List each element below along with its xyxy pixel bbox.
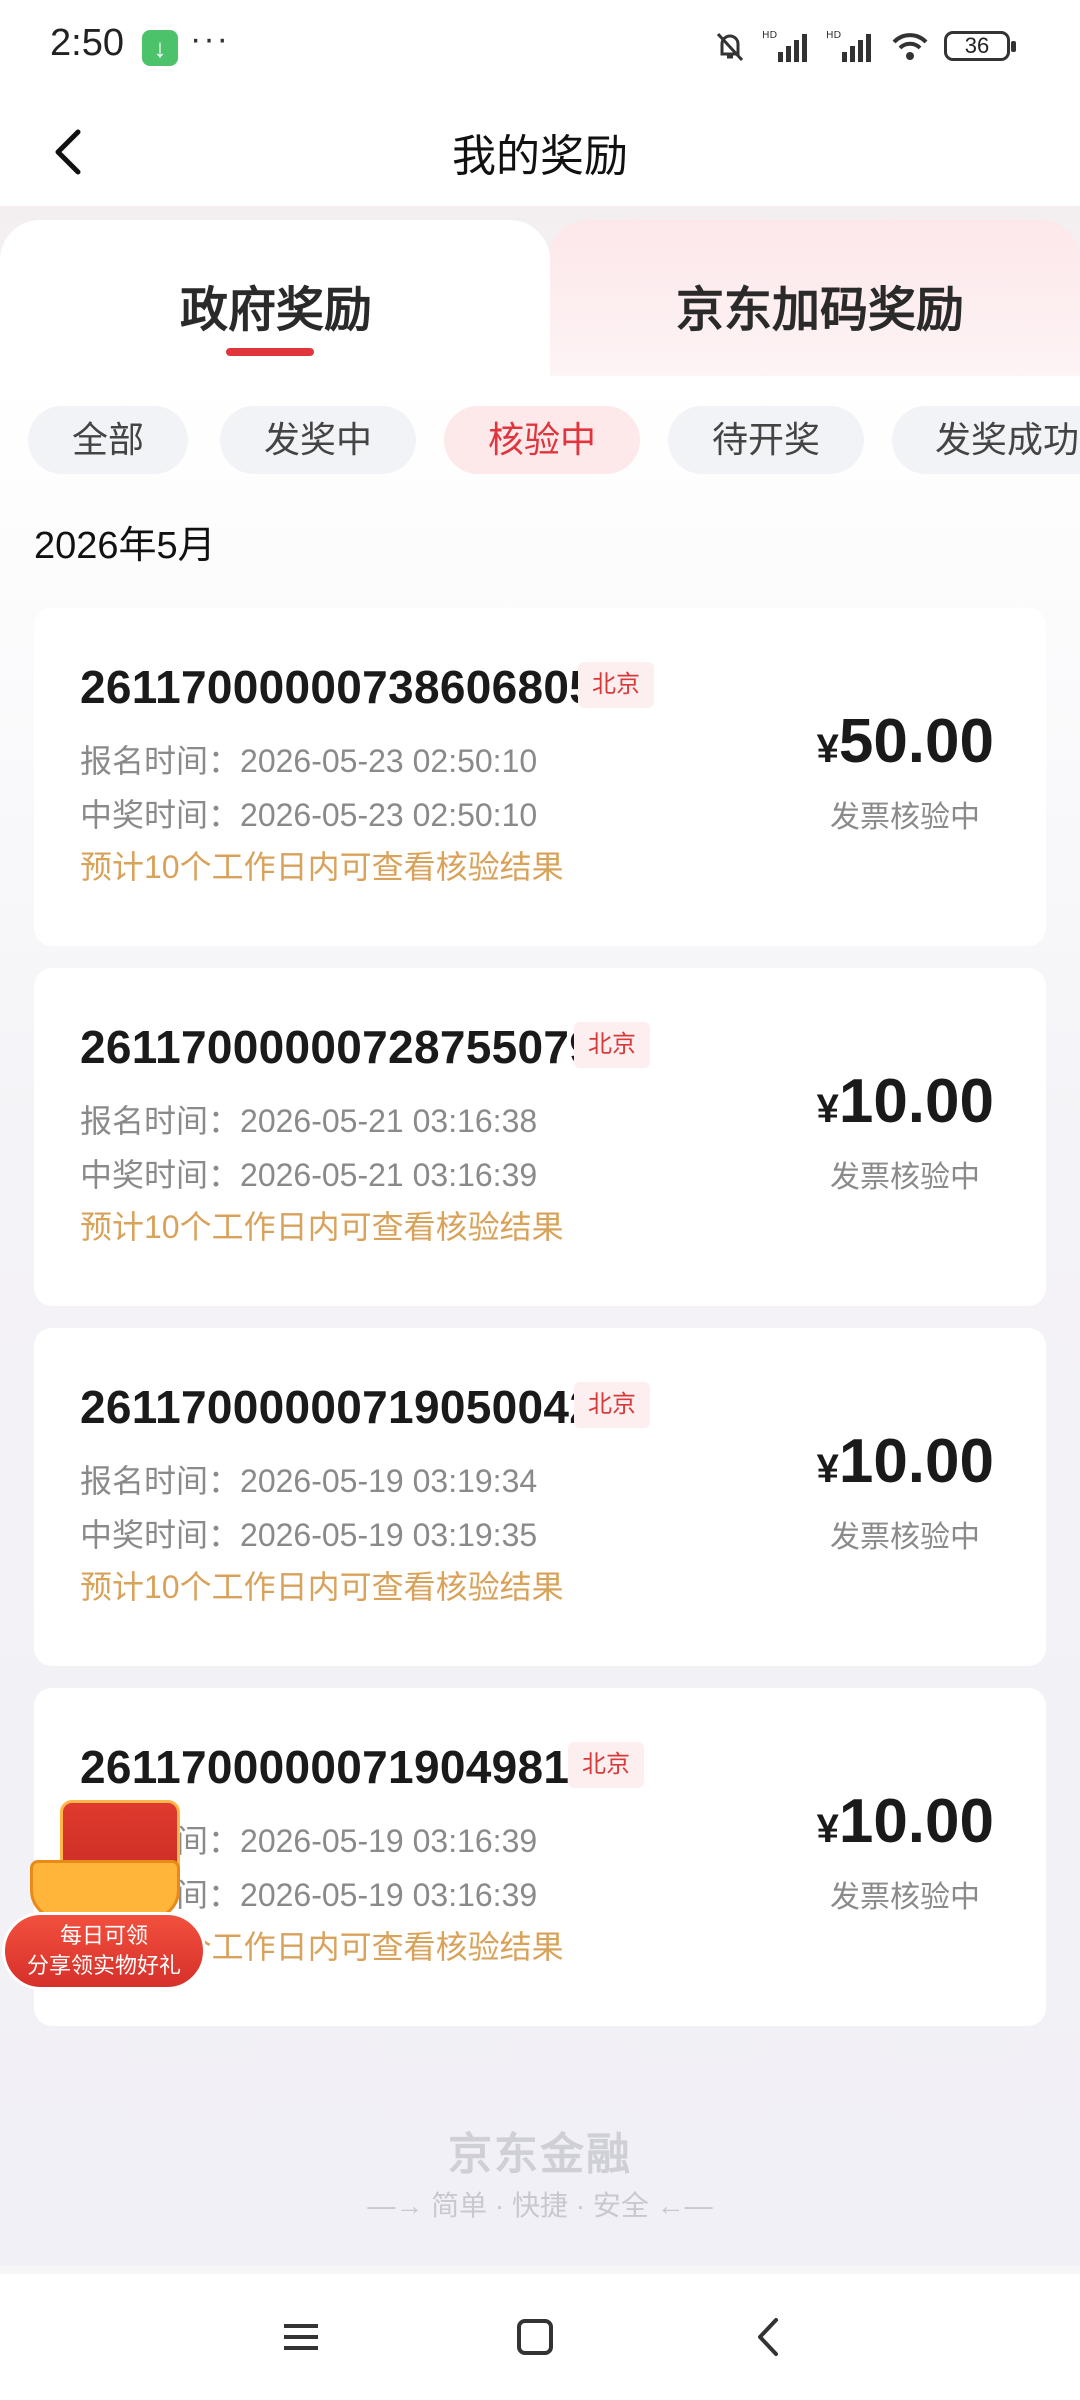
signup-time-label: 报名时间： — [80, 1463, 241, 1499]
reward-tabs: 京东加码奖励 政府奖励 — [0, 206, 1080, 390]
month-heading: 2026年5月 — [34, 525, 216, 567]
filter-issued-success[interactable]: 发奖成功 — [892, 406, 1080, 474]
reward-amount: ¥10.00 — [817, 1786, 994, 1857]
header: 我的奖励 — [0, 90, 1080, 206]
battery-icon: 36 — [944, 31, 1016, 61]
signup-time-label: 报名时间： — [80, 743, 241, 779]
reward-card[interactable]: 26117000000728755079 北京 报名时间：2026-05-21 … — [34, 968, 1046, 1306]
reward-status: 发票核验中 — [830, 1881, 980, 1914]
signup-time-row: 报名时间：2026-05-23 02:50:10 — [80, 736, 537, 782]
tab-label: 京东加码奖励 — [676, 284, 965, 337]
currency-symbol: ¥ — [816, 1087, 839, 1131]
reward-amount: ¥50.00 — [817, 706, 994, 777]
signup-time-row: 报名时间：2026-05-21 03:16:38 — [80, 1096, 537, 1142]
region-tag: 北京 — [574, 1382, 650, 1428]
record-id: 26117000000738606805 — [80, 661, 596, 713]
reward-amount: ¥10.00 — [817, 1426, 994, 1497]
status-filter-bar: 全部 发奖中 核验中 待开奖 发奖成功 — [28, 406, 1080, 476]
promo-line-2: 分享领实物好礼 — [26, 1953, 181, 1978]
hd-signal-icon: HD — [826, 30, 871, 62]
reward-card[interactable]: 26117000000719050042 北京 报名时间：2026-05-19 … — [34, 1328, 1046, 1666]
record-id: 26117000000719049812 — [80, 1741, 596, 1793]
win-time-label: 中奖时间： — [80, 797, 241, 833]
download-icon: ↓ — [142, 30, 178, 66]
tab-jd-bonus-reward[interactable]: 京东加码奖励 — [548, 220, 1080, 390]
region-tag: 北京 — [578, 662, 654, 708]
win-time-row: 中奖时间：2026-05-19 03:19:35 — [80, 1510, 537, 1556]
verification-note: 预计10个工作日内可查看核验结果 — [80, 849, 564, 885]
amount-value: 50.00 — [838, 707, 994, 776]
region-tag: 北京 — [568, 1742, 644, 1788]
amount-value: 10.00 — [838, 1067, 994, 1136]
currency-symbol: ¥ — [816, 1447, 839, 1491]
floating-promo-widget[interactable]: 每日可领 分享领实物好礼 — [0, 1800, 210, 1990]
gift-basket-icon — [30, 1860, 180, 1920]
signup-time-value: 2026-05-19 03:19:34 — [240, 1463, 538, 1499]
status-time: 2:50 — [50, 22, 124, 64]
win-time-row: 中奖时间：2026-05-23 02:50:10 — [80, 790, 537, 836]
active-tab-indicator — [226, 348, 314, 356]
reward-card[interactable]: 26117000000738606805 北京 报名时间：2026-05-23 … — [34, 608, 1046, 946]
win-time-row: 中奖时间：2026-05-21 03:16:39 — [80, 1150, 537, 1196]
win-time-value: 2026-05-19 03:16:39 — [240, 1877, 538, 1913]
filter-verifying[interactable]: 核验中 — [444, 406, 640, 474]
status-bar: 2:50 ↓ ··· HD HD 36 — [0, 0, 1080, 90]
signup-time-value: 2026-05-23 02:50:10 — [240, 743, 538, 779]
system-nav-bar — [0, 2274, 1080, 2400]
back-triangle-icon[interactable] — [734, 2302, 804, 2372]
wifi-icon — [892, 33, 928, 60]
filter-pending-draw[interactable]: 待开奖 — [668, 406, 864, 474]
record-id: 26117000000728755079 — [80, 1021, 596, 1073]
tab-government-reward[interactable]: 政府奖励 — [0, 220, 550, 390]
hd-signal-icon: HD — [762, 30, 807, 62]
mute-bell-icon — [716, 32, 744, 62]
region-tag: 北京 — [574, 1022, 650, 1068]
amount-value: 10.00 — [838, 1427, 994, 1496]
win-time-label: 中奖时间： — [80, 1517, 241, 1553]
home-square-icon[interactable] — [500, 2302, 570, 2372]
signup-time-value: 2026-05-19 03:16:39 — [240, 1823, 538, 1859]
promo-line-1: 每日可领 — [59, 1923, 148, 1948]
signup-time-value: 2026-05-21 03:16:38 — [240, 1103, 538, 1139]
slogan-line-left: —→ — [367, 2190, 432, 2221]
footer-brand: 京东金融 — [448, 2130, 632, 2179]
filter-issuing[interactable]: 发奖中 — [220, 406, 416, 474]
reward-status: 发票核验中 — [830, 1521, 980, 1554]
currency-symbol: ¥ — [816, 727, 839, 771]
win-time-label: 中奖时间： — [80, 1157, 241, 1193]
win-time-value: 2026-05-21 03:16:39 — [240, 1157, 538, 1193]
slogan-text: 简单 · 快捷 · 安全 — [431, 2190, 649, 2221]
slogan-line-right: ←— — [648, 2190, 713, 2221]
svg-text:HD: HD — [762, 30, 778, 41]
signup-time-label: 报名时间： — [80, 1103, 241, 1139]
reward-amount: ¥10.00 — [817, 1066, 994, 1137]
more-notifications-icon: ··· — [190, 20, 230, 58]
verification-note: 预计10个工作日内可查看核验结果 — [80, 1209, 564, 1245]
tab-label: 政府奖励 — [180, 284, 373, 337]
footer-slogan: —→ 简单 · 快捷 · 安全 ←— — [0, 2184, 1080, 2224]
menu-icon[interactable] — [266, 2302, 336, 2372]
currency-symbol: ¥ — [816, 1807, 839, 1851]
reward-status: 发票核验中 — [830, 1161, 980, 1194]
reward-status: 发票核验中 — [830, 801, 980, 834]
verification-note: 预计10个工作日内可查看核验结果 — [80, 1569, 564, 1605]
amount-value: 10.00 — [838, 1787, 994, 1856]
filter-all[interactable]: 全部 — [28, 406, 188, 474]
win-time-value: 2026-05-23 02:50:10 — [240, 797, 538, 833]
page-title: 我的奖励 — [452, 132, 628, 181]
record-id: 26117000000719050042 — [80, 1381, 596, 1433]
win-time-value: 2026-05-19 03:19:35 — [240, 1517, 538, 1553]
promo-badge: 每日可领 分享领实物好礼 — [2, 1912, 206, 1990]
signup-time-row: 报名时间：2026-05-19 03:19:34 — [80, 1456, 537, 1502]
svg-text:HD: HD — [826, 30, 842, 41]
